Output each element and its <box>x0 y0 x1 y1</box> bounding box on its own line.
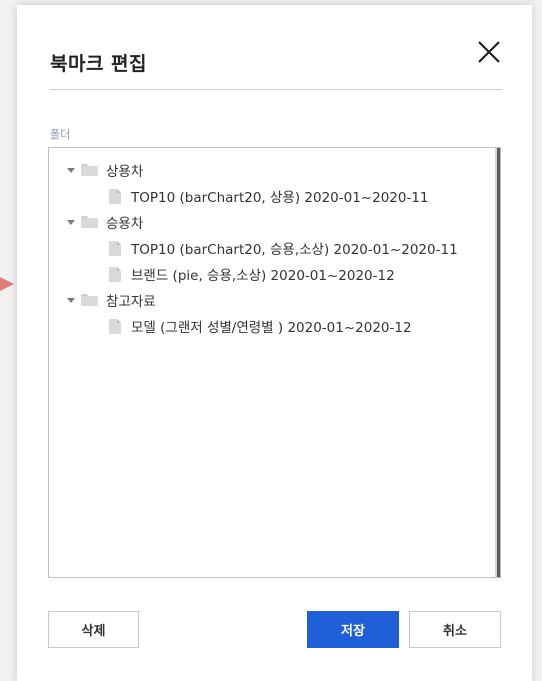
close-icon[interactable] <box>476 39 502 65</box>
save-button[interactable]: 저장 <box>307 611 399 648</box>
tree-folder-label: 승용차 <box>106 216 144 232</box>
folder-field-label: 폴더 <box>50 128 71 141</box>
tree-file-label: TOP10 (barChart20, 상용) 2020-01~2020-11 <box>131 190 429 206</box>
file-icon <box>109 188 121 204</box>
tree-file-item[interactable]: TOP10 (barChart20, 승용,소상) 2020-01~2020-1… <box>109 235 458 261</box>
chevron-down-icon[interactable] <box>67 167 75 173</box>
folder-icon <box>81 294 98 306</box>
chevron-down-icon[interactable] <box>67 297 75 303</box>
folder-icon <box>81 164 98 176</box>
tree-file-label: 모델 (그랜저 성별/연령별 ) 2020-01~2020-12 <box>131 320 412 336</box>
tree-file-item[interactable]: 브랜드 (pie, 승용,소상) 2020-01~2020-12 <box>109 261 395 287</box>
cancel-button[interactable]: 취소 <box>409 611 501 648</box>
tree-folder-chamgojaryo[interactable]: 참고자료 <box>67 287 156 313</box>
arrow-indicator-icon <box>0 277 14 291</box>
bookmark-edit-dialog: 북마크 편집 폴더 상용차 TOP10 (barChart20, 상용) 202… <box>17 5 532 681</box>
tree-folder-seungyongcha[interactable]: 승용차 <box>67 209 143 235</box>
tree-file-item[interactable]: TOP10 (barChart20, 상용) 2020-01~2020-11 <box>109 183 429 209</box>
file-icon <box>109 266 121 282</box>
tree-scrollbar-thumb[interactable] <box>495 148 500 577</box>
tree-scrollbar[interactable] <box>495 148 500 577</box>
delete-button[interactable]: 삭제 <box>48 611 139 648</box>
tree-folder-sangyongcha[interactable]: 상용차 <box>67 157 143 183</box>
tree-folder-label: 참고자료 <box>106 294 156 310</box>
tree-file-label: TOP10 (barChart20, 승용,소상) 2020-01~2020-1… <box>131 242 458 258</box>
tree-file-label: 브랜드 (pie, 승용,소상) 2020-01~2020-12 <box>131 268 395 284</box>
file-icon <box>109 318 121 334</box>
file-icon <box>109 240 121 256</box>
tree-file-item[interactable]: 모델 (그랜저 성별/연령별 ) 2020-01~2020-12 <box>109 313 412 339</box>
folder-icon <box>81 216 98 228</box>
title-divider <box>50 89 502 90</box>
chevron-down-icon[interactable] <box>67 219 75 225</box>
dialog-title: 북마크 편집 <box>50 53 148 75</box>
folder-tree[interactable]: 상용차 TOP10 (barChart20, 상용) 2020-01~2020-… <box>48 147 501 578</box>
tree-folder-label: 상용차 <box>106 164 144 180</box>
